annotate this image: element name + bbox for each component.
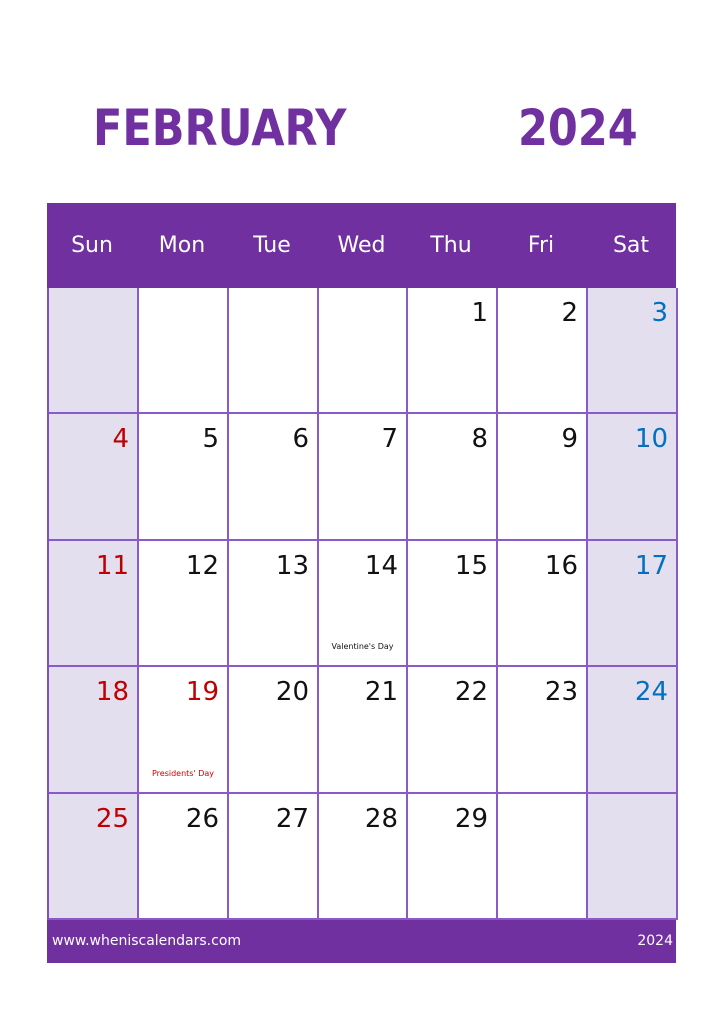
day-cell[interactable]: 22 xyxy=(408,667,498,794)
day-cell[interactable]: 4 xyxy=(49,414,139,541)
day-cell[interactable]: 26 xyxy=(139,793,229,920)
day-cell[interactable]: 21 xyxy=(319,667,408,794)
day-cell[interactable] xyxy=(229,288,319,415)
day-cell[interactable]: 14 Valentine's Day xyxy=(319,540,408,668)
weekday-header: Sun Mon Tue Wed Thu Fri Sat xyxy=(47,203,676,288)
day-cell[interactable] xyxy=(319,288,408,415)
day-number: 19 xyxy=(185,677,219,708)
day-number: 2 xyxy=(561,298,578,328)
day-number: 24 xyxy=(634,677,668,708)
footer: www.wheniscalendars.com 2024 xyxy=(47,920,676,963)
day-number: 15 xyxy=(454,550,488,581)
day-cell[interactable]: 23 xyxy=(498,667,588,794)
day-cell[interactable]: 10 xyxy=(588,414,678,541)
day-number: 11 xyxy=(95,550,129,581)
day-number: 27 xyxy=(275,803,309,834)
year-title: 2024 xyxy=(518,99,638,157)
day-cell[interactable]: 9 xyxy=(498,414,588,541)
weekday-fri: Fri xyxy=(527,233,555,258)
day-cell[interactable]: 25 xyxy=(49,793,139,920)
calendar: Sun Mon Tue Wed Thu Fri Sat 1 2 3 4 5 6 7 8 9 10 1… xyxy=(47,203,678,920)
day-number: 26 xyxy=(185,803,219,834)
day-cell[interactable]: 13 xyxy=(229,540,319,668)
weekday-sun: Sun xyxy=(71,233,113,258)
day-cell[interactable]: 12 xyxy=(139,540,229,668)
day-cell[interactable]: 15 xyxy=(408,540,498,668)
day-number: 4 xyxy=(112,424,129,455)
day-cell[interactable]: 24 xyxy=(588,667,678,794)
day-number: 21 xyxy=(364,677,398,708)
day-number: 3 xyxy=(651,298,668,328)
day-number: 8 xyxy=(471,424,488,455)
footer-year: 2024 xyxy=(637,933,673,949)
day-cell[interactable]: 28 xyxy=(319,793,408,920)
day-number: 28 xyxy=(364,803,398,834)
weekday-tue: Tue xyxy=(253,233,291,258)
day-cell[interactable]: 27 xyxy=(229,793,319,920)
day-number: 7 xyxy=(381,424,398,455)
weekday-mon: Mon xyxy=(158,233,206,258)
weekday-sat: Sat xyxy=(612,233,650,258)
day-number: 25 xyxy=(95,803,129,834)
day-cell[interactable]: 29 xyxy=(408,793,498,920)
day-cell[interactable]: 11 xyxy=(49,540,139,668)
day-cell[interactable]: 18 xyxy=(49,667,139,794)
day-number: 20 xyxy=(275,677,309,708)
day-number: 23 xyxy=(544,677,578,708)
weekday-wed: Wed xyxy=(337,233,386,258)
day-cell[interactable]: 5 xyxy=(139,414,229,541)
day-number: 13 xyxy=(275,550,309,581)
day-cell[interactable] xyxy=(588,793,678,920)
day-cell[interactable]: 3 xyxy=(588,288,678,415)
day-number: 9 xyxy=(561,424,578,455)
day-cell[interactable]: 7 xyxy=(319,414,408,541)
day-cell[interactable]: 20 xyxy=(229,667,319,794)
day-cell[interactable]: 2 xyxy=(498,288,588,415)
day-number: 5 xyxy=(202,424,219,455)
day-number: 17 xyxy=(634,550,668,581)
day-number: 1 xyxy=(471,298,488,328)
day-cell[interactable] xyxy=(49,288,139,415)
day-cell[interactable]: 17 xyxy=(588,540,678,668)
day-cell[interactable] xyxy=(498,793,588,920)
day-number: 12 xyxy=(185,550,219,581)
day-cell[interactable]: 8 xyxy=(408,414,498,541)
day-cell[interactable] xyxy=(139,288,229,415)
website-link[interactable]: www.wheniscalendars.com xyxy=(52,933,241,949)
day-number: 22 xyxy=(454,677,488,708)
weekday-thu: Thu xyxy=(430,233,472,258)
day-number: 10 xyxy=(634,424,668,455)
day-cell[interactable]: 19 Presidents' Day xyxy=(139,667,229,794)
day-number: 29 xyxy=(454,803,488,834)
day-number: 6 xyxy=(292,424,309,455)
day-grid: 1 2 3 4 5 6 7 8 9 10 11 12 13 14 Valentine's Day 15 16 17… xyxy=(47,288,678,920)
event-label: Valentine's Day xyxy=(331,642,394,652)
day-cell[interactable]: 6 xyxy=(229,414,319,541)
day-cell[interactable]: 1 xyxy=(408,288,498,415)
day-number: 14 xyxy=(364,550,398,581)
day-number: 16 xyxy=(544,550,578,581)
month-title: FEBRUARY xyxy=(93,99,347,157)
day-number: 18 xyxy=(95,677,129,708)
day-cell[interactable]: 16 xyxy=(498,540,588,668)
event-label: Presidents' Day xyxy=(151,768,215,778)
